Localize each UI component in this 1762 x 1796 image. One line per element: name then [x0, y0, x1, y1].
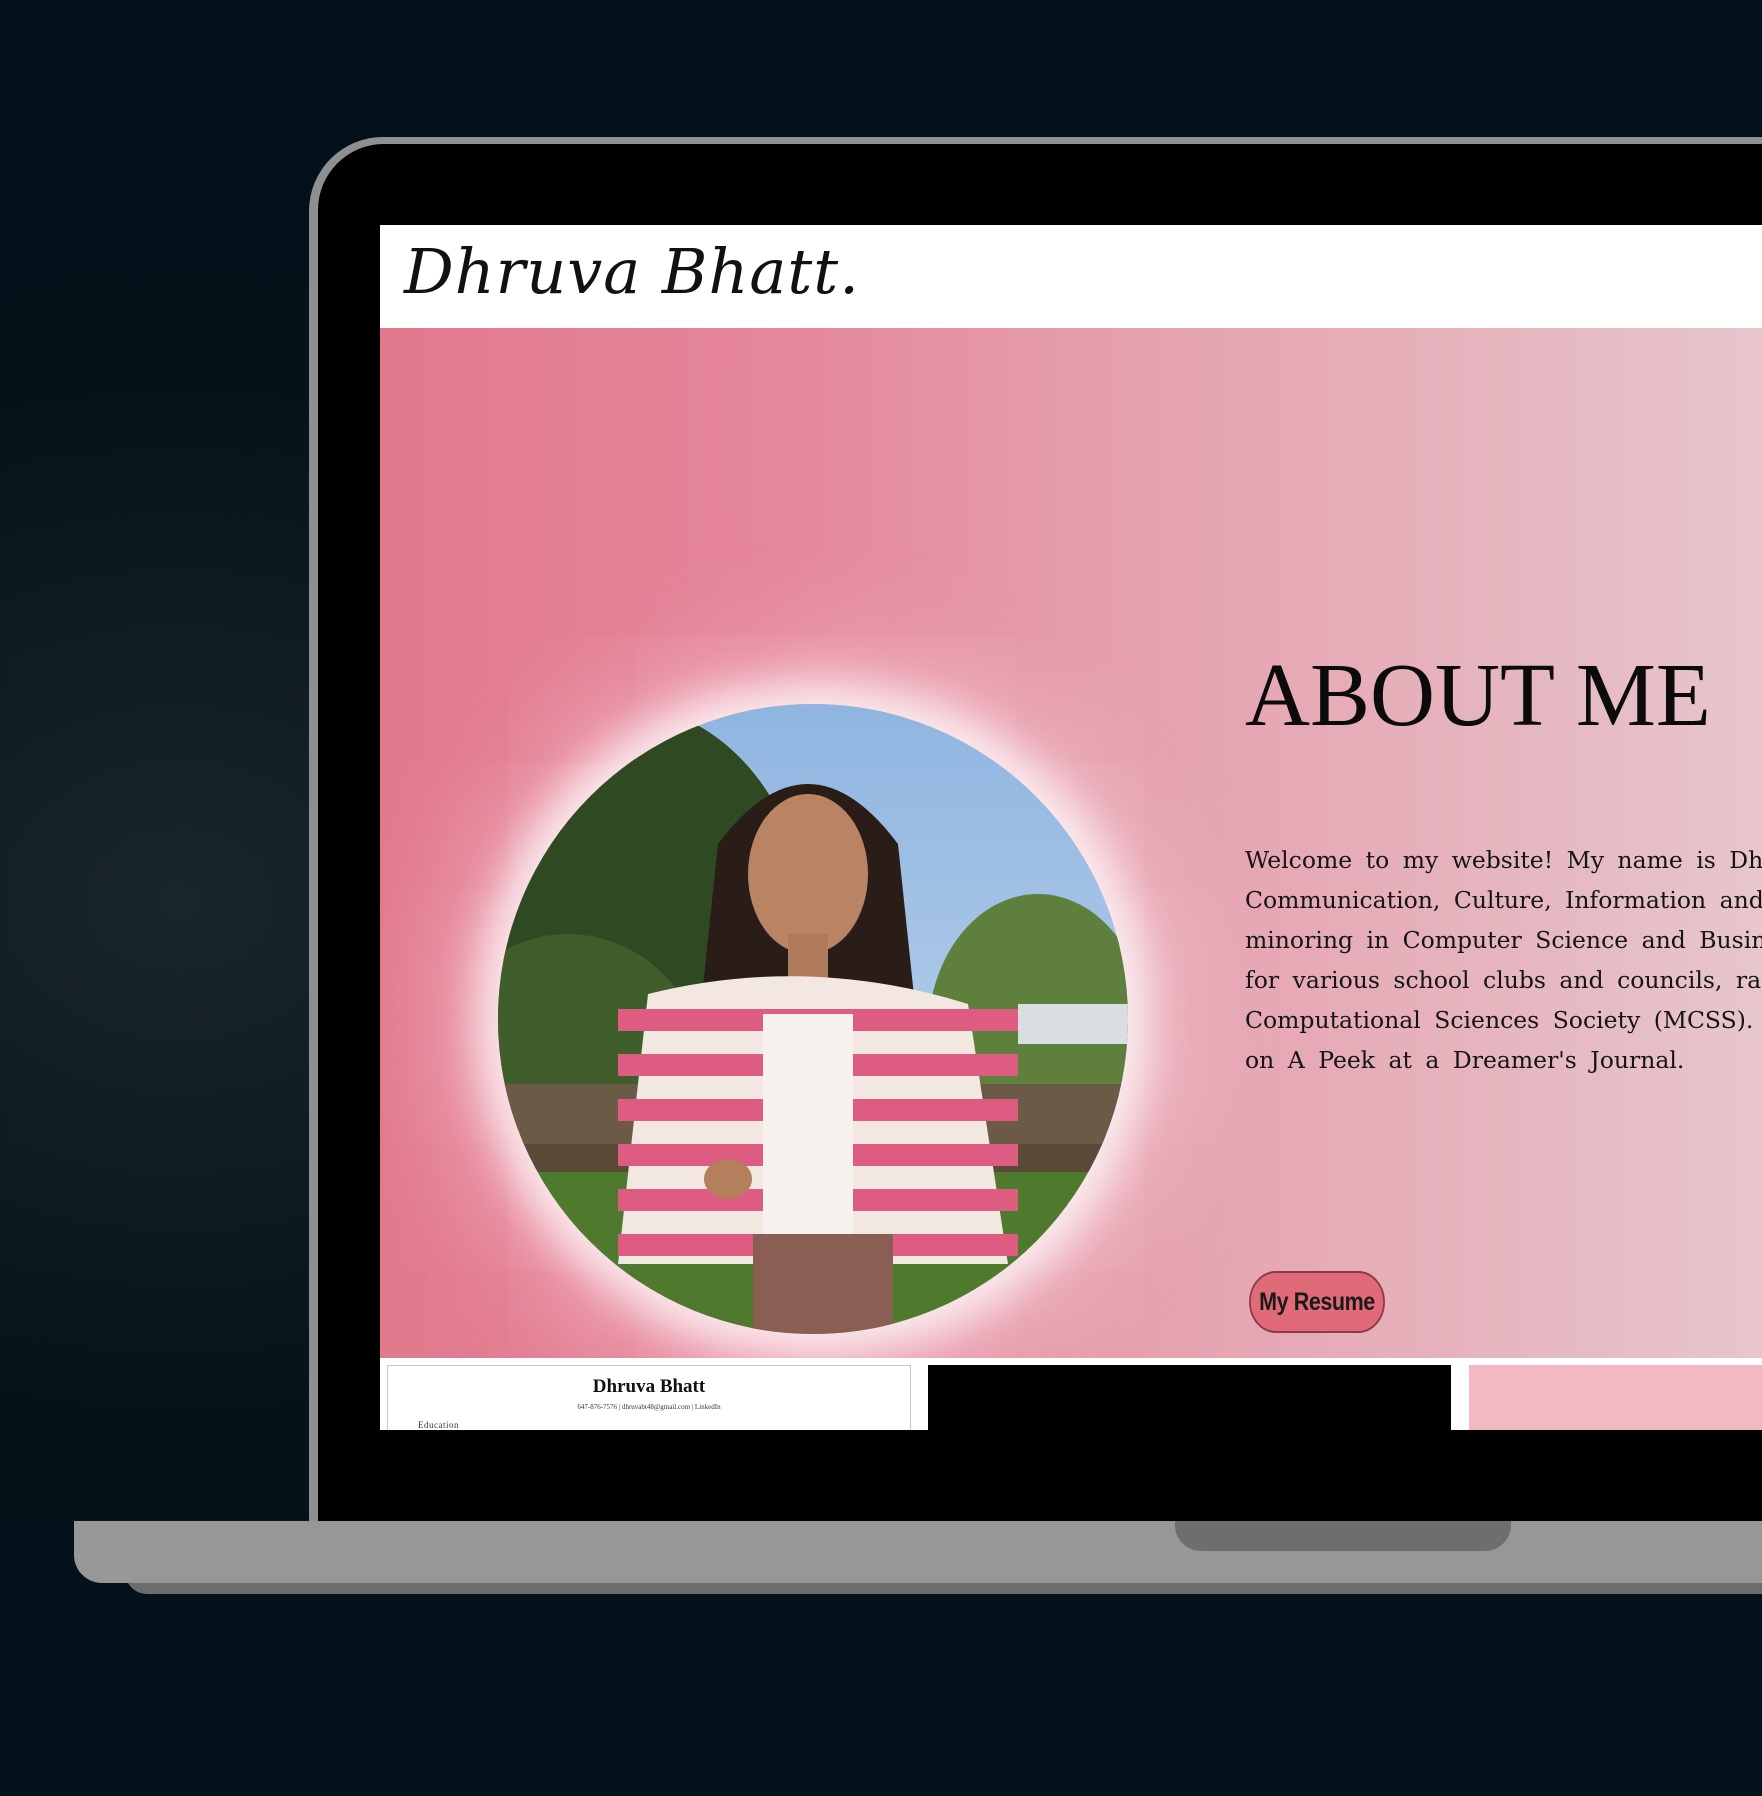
about-line: minoring in Computer Science and Busines…	[1245, 926, 1762, 954]
about-line: for various school clubs and councils, r…	[1245, 966, 1762, 994]
profile-photo	[498, 704, 1128, 1334]
website-screen: Dhruva Bhatt. ABOUT ME Welcome to my web…	[380, 225, 1762, 1430]
resume-preview-card[interactable]: Dhruva Bhatt 647-876-7576 | dhruvabt48@g…	[387, 1365, 911, 1430]
about-paragraph: Welcome to my website! My name is Dhru C…	[1245, 840, 1762, 1080]
my-resume-button[interactable]: My Resume	[1249, 1271, 1385, 1333]
resume-name: Dhruva Bhatt	[592, 1376, 706, 1397]
laptop-notch	[1175, 1521, 1511, 1551]
about-line: Computational Sciences Society (MCSS). A…	[1245, 1006, 1762, 1034]
project-card-pink[interactable]	[1469, 1365, 1762, 1430]
about-line: Welcome to my website! My name is Dhru	[1245, 846, 1762, 874]
cards-row: Dhruva Bhatt 647-876-7576 | dhruvabt48@g…	[380, 1358, 1762, 1430]
navbar: Dhruva Bhatt.	[380, 225, 1762, 328]
about-line: on A Peek at a Dreamer's Journal.	[1245, 1046, 1685, 1074]
site-logo[interactable]: Dhruva Bhatt.	[404, 235, 860, 308]
profile-photo-image	[498, 704, 1128, 1334]
project-card-dark[interactable]	[928, 1365, 1451, 1430]
resume-section-heading: Education	[418, 1420, 459, 1430]
about-section: ABOUT ME Welcome to my website! My name …	[380, 328, 1762, 1358]
about-line: Communication, Culture, Information and …	[1245, 886, 1762, 914]
about-title: ABOUT ME	[1245, 646, 1711, 745]
resume-contact: 647-876-7576 | dhruvabt48@gmail.com | Li…	[577, 1403, 721, 1411]
